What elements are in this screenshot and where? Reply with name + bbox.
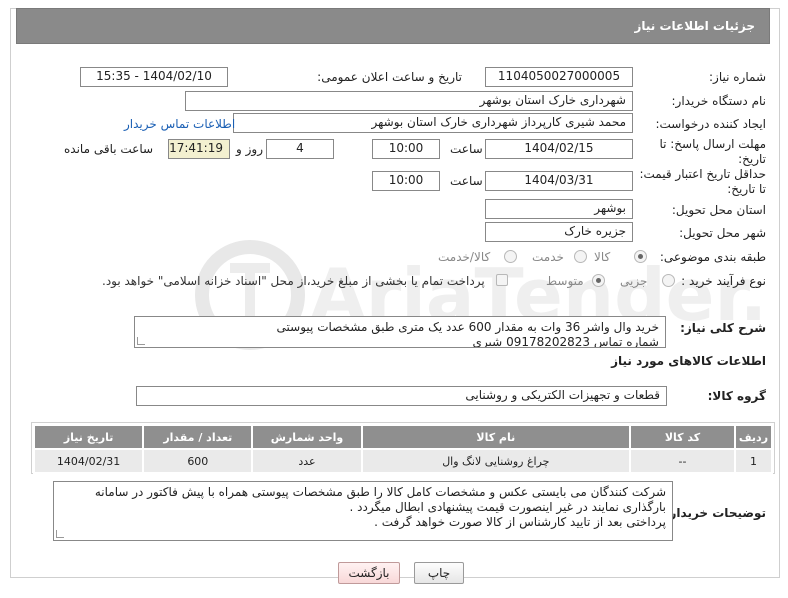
- category-option-goods-service: کالا/خدمت: [438, 250, 491, 264]
- col-unit: واحد شمارش: [251, 424, 363, 450]
- buyer-notes-line-2: بارگذاری نمایند در غیر اینصورت قیمت پیشن…: [349, 500, 666, 514]
- cell-row: 1: [733, 448, 774, 474]
- col-name: نام کالا: [360, 424, 632, 450]
- category-radio-service[interactable]: [574, 250, 587, 263]
- treasury-payment-checkbox[interactable]: [496, 274, 508, 286]
- province-label: استان محل تحویل:: [671, 203, 766, 217]
- city-label: شهر محل تحویل:: [679, 226, 766, 240]
- cell-name: چراغ روشنایی لانگ وال: [360, 448, 632, 474]
- category-label: طبقه بندی موضوعی:: [659, 250, 766, 264]
- buyer-notes-label: توضیحات خریدار:: [664, 506, 766, 520]
- reply-deadline-label: مهلت ارسال پاسخ: تا: [659, 137, 766, 151]
- process-radio-medium[interactable]: [592, 274, 605, 287]
- col-qty: تعداد / مقدار: [142, 424, 254, 450]
- col-code: کد کالا: [629, 424, 736, 450]
- process-option-medium: متوسط: [546, 274, 584, 288]
- reply-date-field[interactable]: 1404/02/15: [485, 139, 633, 159]
- price-validity-label-2: تا تاریخ:: [727, 182, 766, 196]
- description-line-1: خرید وال واشر 36 وات به مقدار 600 عدد یک…: [276, 320, 659, 334]
- buyer-contact-link[interactable]: اطلاعات تماس خریدار: [124, 117, 235, 131]
- process-radio-minor[interactable]: [662, 274, 675, 287]
- col-date: تاریخ نیاز: [32, 424, 145, 450]
- days-label: روز و: [236, 142, 263, 156]
- requester-field[interactable]: محمد شیری کارپرداز شهرداری خارک استان بو…: [233, 113, 633, 133]
- validity-time-label: ساعت: [450, 174, 483, 188]
- buyer-notes-line-3: پرداختی بعد از تایید کارشناس از کالا صور…: [374, 515, 666, 529]
- cell-qty: 600: [142, 448, 254, 474]
- reply-time-label: ساعت: [450, 142, 483, 156]
- description-line-2: شماره تماس 09178202823 شیری: [472, 335, 659, 348]
- back-button[interactable]: بازگشت: [338, 562, 400, 584]
- items-table: ردیف کد کالا نام کالا واحد شمارش تعداد /…: [32, 424, 774, 474]
- category-radio-goods[interactable]: [634, 250, 647, 263]
- description-label: شرح کلی نیاز:: [680, 321, 766, 335]
- goods-section-title: اطلاعات کالاهای مورد نیاز: [611, 354, 766, 368]
- remaining-time-field[interactable]: 17:41:19: [168, 139, 230, 159]
- description-textarea[interactable]: خرید وال واشر 36 وات به مقدار 600 عدد یک…: [134, 316, 666, 348]
- resize-handle-icon[interactable]: [56, 530, 64, 538]
- treasury-payment-note: پرداخت تمام یا بخشی از مبلغ خرید،از محل …: [102, 274, 485, 288]
- requester-label: ایجاد کننده درخواست:: [655, 117, 766, 131]
- city-field[interactable]: جزیره خارک: [485, 222, 633, 242]
- goods-group-field[interactable]: قطعات و تجهیزات الکتریکی و روشنایی: [136, 386, 667, 406]
- buyer-notes-line-1: شرکت کنندگان می بایستی عکس و مشخصات کامل…: [94, 485, 666, 499]
- province-field[interactable]: بوشهر: [485, 199, 633, 219]
- cell-unit: عدد: [251, 448, 363, 474]
- buyer-org-field[interactable]: شهرداری خارک استان بوشهر: [185, 91, 633, 111]
- announce-label: تاریخ و ساعت اعلان عمومی:: [317, 70, 462, 84]
- validity-date-field[interactable]: 1404/03/31: [485, 171, 633, 191]
- goods-group-label: گروه کالا:: [707, 389, 766, 403]
- reply-deadline-label-2: تاریخ:: [738, 152, 766, 166]
- items-table-header: ردیف کد کالا نام کالا واحد شمارش تعداد /…: [32, 424, 774, 450]
- category-radio-goods-service[interactable]: [504, 250, 517, 263]
- reply-time-field[interactable]: 10:00: [372, 139, 440, 159]
- days-remaining-field[interactable]: 4: [266, 139, 334, 159]
- resize-handle-icon[interactable]: [137, 337, 145, 345]
- remaining-time-label: ساعت باقی مانده: [64, 142, 154, 156]
- category-option-service: خدمت: [532, 250, 564, 264]
- panel-header: جزئیات اطلاعات نیاز: [16, 8, 770, 44]
- buyer-org-label: نام دستگاه خریدار:: [671, 94, 767, 108]
- col-row: ردیف: [733, 424, 774, 450]
- announce-datetime-field[interactable]: 1404/02/10 - 15:35: [80, 67, 228, 87]
- process-type-label: نوع فرآیند خرید :: [681, 274, 766, 288]
- validity-time-field[interactable]: 10:00: [372, 171, 440, 191]
- panel-title: جزئیات اطلاعات نیاز: [634, 19, 755, 33]
- print-button[interactable]: چاپ: [414, 562, 464, 584]
- category-option-goods: کالا: [594, 250, 611, 264]
- need-number-label: شماره نیاز:: [709, 70, 766, 84]
- price-validity-label: حداقل تاریخ اعتبار قیمت:: [639, 167, 766, 181]
- process-option-minor: جزیی: [620, 274, 648, 288]
- cell-code: --: [629, 448, 736, 474]
- cell-date: 1404/02/31: [32, 448, 145, 474]
- need-number-field[interactable]: 1104050027000005: [485, 67, 633, 87]
- buyer-notes-textarea[interactable]: شرکت کنندگان می بایستی عکس و مشخصات کامل…: [53, 481, 673, 541]
- table-row[interactable]: 1 -- چراغ روشنایی لانگ وال عدد 600 1404/…: [32, 448, 774, 474]
